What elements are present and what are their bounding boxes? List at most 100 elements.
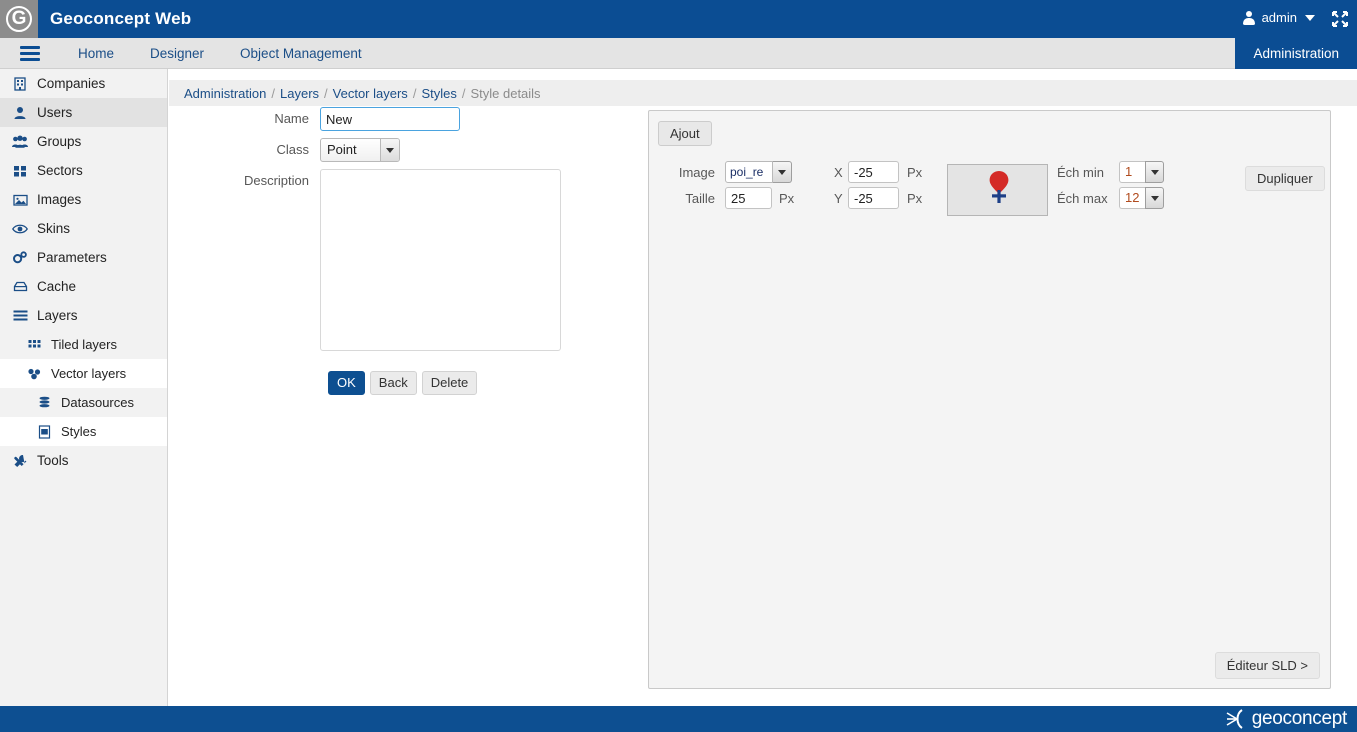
ech-min-value[interactable]: 1 <box>1119 161 1145 183</box>
main-content: Administration / Layers / Vector layers … <box>169 69 1357 706</box>
sidebar-item-label: Layers <box>37 308 78 323</box>
breadcrumb: Administration / Layers / Vector layers … <box>169 80 1357 106</box>
image-label: Image <box>678 164 715 180</box>
breadcrumb-link-administration[interactable]: Administration <box>184 86 266 101</box>
sidebar-item-cache[interactable]: Cache <box>0 272 167 301</box>
sidebar-item-tools[interactable]: Tools <box>0 446 167 475</box>
sidebar-item-vector-layers[interactable]: Vector layers <box>0 359 167 388</box>
sidebar: Companies Users Groups Sectors Images Sk… <box>0 69 168 706</box>
nav-item-object-management[interactable]: Object Management <box>222 38 380 69</box>
nav-item-home[interactable]: Home <box>60 38 132 69</box>
sidebar-item-tiled-layers[interactable]: Tiled layers <box>0 330 167 359</box>
nav-item-designer[interactable]: Designer <box>132 38 222 69</box>
name-input[interactable] <box>320 107 460 131</box>
map-pin-marker-icon <box>989 171 1009 203</box>
app-title: Geoconcept Web <box>50 9 192 28</box>
main-navigation-bar: Home Designer Object Management Administ… <box>0 38 1357 69</box>
sidebar-item-skins[interactable]: Skins <box>0 214 167 243</box>
sidebar-item-label: Sectors <box>37 163 83 178</box>
vector-nodes-icon <box>26 366 42 382</box>
form-action-buttons: OK Back Delete <box>328 371 629 395</box>
sidebar-item-parameters[interactable]: Parameters <box>0 243 167 272</box>
building-icon <box>12 76 28 92</box>
top-header-bar: G Geoconcept Web admin <box>0 0 1357 38</box>
sidebar-item-label: Vector layers <box>51 366 127 381</box>
y-unit: Px <box>907 190 923 206</box>
user-icon <box>1243 10 1256 25</box>
sidebar-item-label: Tiled layers <box>51 337 117 352</box>
sidebar-item-label: Skins <box>37 221 71 236</box>
tab-ajout[interactable]: Ajout <box>658 121 712 146</box>
class-row: Class Point <box>169 138 629 162</box>
ech-max-label: Éch max <box>1057 190 1108 206</box>
sidebar-item-groups[interactable]: Groups <box>0 127 167 156</box>
hamburger-menu-icon[interactable] <box>20 46 40 61</box>
breadcrumb-separator: / <box>412 85 417 101</box>
sidebar-item-sectors[interactable]: Sectors <box>0 156 167 185</box>
sidebar-item-images[interactable]: Images <box>0 185 167 214</box>
database-icon <box>12 279 28 295</box>
grid-squares-icon <box>12 163 28 179</box>
taille-input[interactable] <box>725 187 772 209</box>
sidebar-item-datasources[interactable]: Datasources <box>0 388 167 417</box>
sidebar-item-label: Tools <box>37 453 69 468</box>
ech-min-label: Éch min <box>1057 164 1104 180</box>
sld-editor-button[interactable]: Éditeur SLD > <box>1214 652 1320 679</box>
x-unit: Px <box>907 164 923 180</box>
y-offset-input[interactable] <box>848 187 899 209</box>
sidebar-item-label: Users <box>37 105 73 120</box>
breadcrumb-link-styles[interactable]: Styles <box>421 86 456 101</box>
breadcrumb-link-layers[interactable]: Layers <box>280 86 319 101</box>
x-offset-input[interactable] <box>848 161 899 183</box>
name-label: Name <box>274 111 309 126</box>
user-menu-label: admin <box>1261 10 1297 25</box>
layers-bars-icon <box>12 308 28 324</box>
sidebar-item-label: Parameters <box>37 250 107 265</box>
chevron-down-icon[interactable] <box>1145 161 1164 183</box>
style-file-icon <box>36 424 52 440</box>
breadcrumb-separator: / <box>324 85 328 101</box>
tiles-grid-icon <box>26 337 42 353</box>
sidebar-item-companies[interactable]: Companies <box>0 69 167 98</box>
symbol-preview[interactable] <box>947 164 1048 216</box>
ok-button[interactable]: OK <box>328 371 365 395</box>
image-select-value[interactable]: poi_re <box>725 161 773 183</box>
sidebar-item-layers[interactable]: Layers <box>0 301 167 330</box>
breadcrumb-current: Style details <box>470 85 541 101</box>
expand-fullscreen-icon[interactable] <box>1331 10 1349 28</box>
chevron-down-icon <box>1305 14 1315 21</box>
class-label: Class <box>276 142 309 157</box>
style-form: Name Class Point Description OK Back Del… <box>169 107 629 395</box>
datastack-icon <box>36 395 52 411</box>
dupliquer-button[interactable]: Dupliquer <box>1245 166 1325 191</box>
description-textarea[interactable] <box>320 169 561 351</box>
sidebar-item-styles[interactable]: Styles <box>0 417 167 446</box>
breadcrumb-separator: / <box>271 85 275 101</box>
sidebar-item-label: Images <box>37 192 82 207</box>
ech-max-spinner[interactable]: 12 <box>1119 187 1164 209</box>
class-select[interactable]: Point <box>320 138 400 162</box>
chevron-down-icon[interactable] <box>1145 187 1164 209</box>
sidebar-item-label: Datasources <box>61 395 134 410</box>
x-label: X <box>834 164 843 180</box>
ech-min-spinner[interactable]: 1 <box>1119 161 1164 183</box>
footer-logo: geoconcept <box>1225 708 1347 730</box>
symbol-properties-row: Image poi_re Taille Px X Px <box>649 155 1332 223</box>
sidebar-item-label: Companies <box>37 76 106 91</box>
sidebar-item-users[interactable]: Users <box>0 98 167 127</box>
logo-letter: G <box>6 6 32 32</box>
chevron-down-icon[interactable] <box>773 161 792 183</box>
user-icon <box>12 105 28 121</box>
chevron-down-icon[interactable] <box>380 139 399 161</box>
user-menu[interactable]: admin <box>1243 10 1315 25</box>
name-row: Name <box>169 107 629 131</box>
sidebar-item-label: Cache <box>37 279 77 294</box>
breadcrumb-separator: / <box>461 85 466 101</box>
back-button[interactable]: Back <box>369 371 417 395</box>
symbol-style-panel: Ajout Image poi_re Taille Px <box>648 110 1331 689</box>
ech-max-value[interactable]: 12 <box>1119 187 1145 209</box>
breadcrumb-link-vector-layers[interactable]: Vector layers <box>333 86 408 101</box>
delete-button[interactable]: Delete <box>421 371 478 395</box>
nav-item-administration[interactable]: Administration <box>1235 38 1357 69</box>
group-icon <box>12 134 28 150</box>
